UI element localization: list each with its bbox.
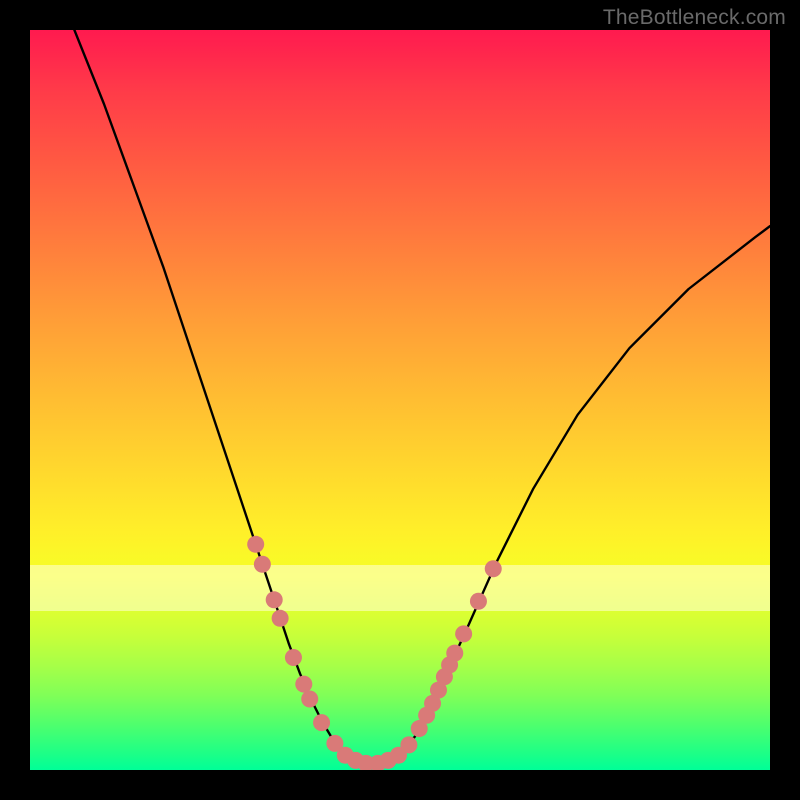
marker-layer	[247, 536, 502, 770]
v-curve	[74, 30, 770, 764]
marker-dot	[266, 591, 283, 608]
marker-dot	[254, 556, 271, 573]
marker-dot	[301, 690, 318, 707]
marker-dot	[313, 714, 330, 731]
marker-dot	[455, 625, 472, 642]
outer-frame: TheBottleneck.com	[0, 0, 800, 800]
marker-dot	[470, 593, 487, 610]
marker-dot	[247, 536, 264, 553]
marker-dot	[272, 610, 289, 627]
line-layer	[74, 30, 770, 764]
marker-dot	[285, 649, 302, 666]
marker-dot	[446, 645, 463, 662]
curves-svg	[30, 30, 770, 770]
marker-dot	[295, 676, 312, 693]
watermark-text: TheBottleneck.com	[603, 6, 786, 30]
marker-dot	[400, 736, 417, 753]
marker-dot	[485, 560, 502, 577]
